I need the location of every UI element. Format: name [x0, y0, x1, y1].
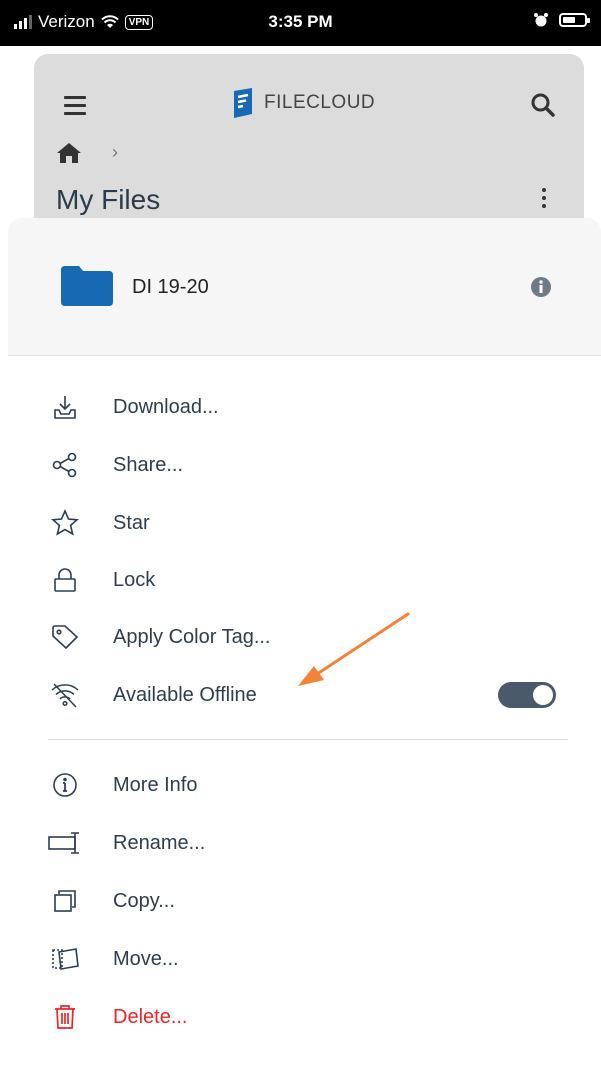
copy-icon — [48, 884, 82, 918]
action-label: Lock — [113, 568, 156, 591]
alarm-icon — [534, 13, 548, 27]
more-options-icon[interactable] — [542, 188, 546, 212]
star-action[interactable]: Star — [48, 503, 568, 543]
action-label: Move... — [113, 947, 179, 970]
lock-action[interactable]: Lock — [48, 560, 568, 600]
move-icon — [48, 942, 82, 976]
logo-text: FILECLOUD — [264, 92, 376, 113]
status-time: 3:35 PM — [268, 12, 333, 31]
info-icon[interactable] — [530, 276, 552, 298]
action-label: Apply Color Tag... — [113, 625, 271, 648]
sheet-header: DI 19-20 — [8, 218, 601, 356]
download-icon — [48, 390, 82, 424]
search-icon[interactable] — [530, 92, 556, 118]
breadcrumb-chevron-icon: › — [112, 142, 118, 162]
share-action[interactable]: Share... — [48, 445, 568, 485]
action-label: Star — [113, 511, 150, 534]
status-bar: Verizon VPN 3:35 PM — [0, 0, 601, 46]
tag-icon — [48, 620, 82, 654]
trash-icon — [48, 1000, 82, 1034]
action-label: Available Offline — [113, 683, 257, 706]
download-action[interactable]: Download... — [48, 387, 568, 427]
action-label: Copy... — [113, 889, 175, 912]
home-icon[interactable] — [56, 142, 82, 164]
filecloud-logo-icon — [234, 88, 252, 118]
offline-icon — [48, 678, 82, 712]
action-label: Rename... — [113, 831, 206, 854]
share-icon — [48, 448, 82, 482]
copy-action[interactable]: Copy... — [48, 881, 568, 921]
toggle-knob — [533, 685, 553, 705]
divider — [48, 739, 568, 740]
battery-icon — [559, 13, 590, 27]
lock-icon — [48, 563, 82, 597]
page-title: My Files — [56, 184, 161, 215]
star-icon — [48, 506, 82, 540]
folder-icon — [61, 266, 113, 306]
available-offline-toggle[interactable] — [498, 682, 556, 708]
info-circle-icon — [48, 768, 82, 802]
annotation-arrow — [298, 612, 410, 686]
move-action[interactable]: Move... — [48, 939, 568, 979]
action-label: Download... — [113, 395, 219, 418]
more-info-action[interactable]: More Info — [48, 765, 568, 805]
folder-name: DI 19-20 — [132, 276, 209, 298]
rename-icon — [48, 826, 82, 860]
delete-action[interactable]: Delete... — [48, 997, 568, 1037]
action-label: More Info — [113, 773, 198, 796]
rename-action[interactable]: Rename... — [48, 823, 568, 863]
action-label: Share... — [113, 453, 184, 476]
filecloud-logo: FILECLOUD — [230, 88, 375, 118]
action-label: Delete... — [113, 1005, 188, 1028]
menu-icon[interactable] — [64, 96, 86, 120]
